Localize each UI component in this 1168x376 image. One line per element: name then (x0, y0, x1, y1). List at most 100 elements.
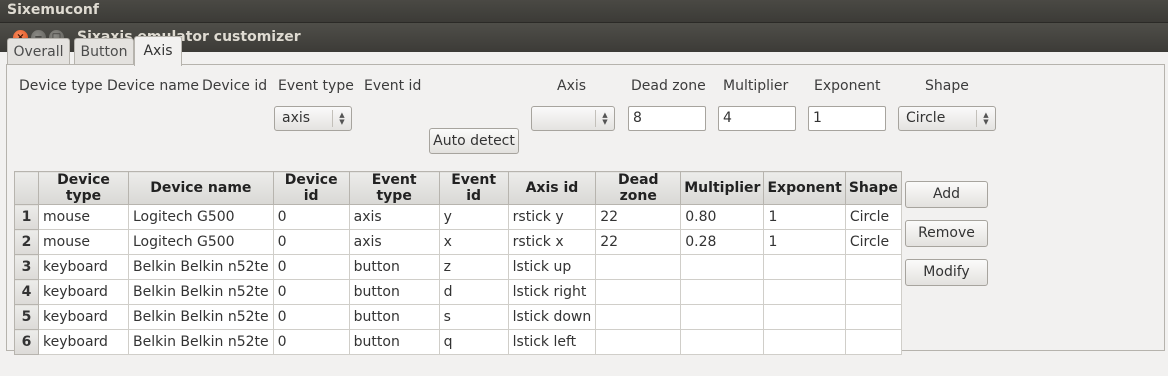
device-id-label: Device id (202, 78, 268, 94)
row-number[interactable]: 2 (14, 229, 39, 255)
table-cell: 0 (272, 279, 350, 305)
table-cell (595, 279, 682, 305)
modify-button[interactable]: Modify (905, 259, 988, 286)
table-cell (595, 329, 682, 355)
column-header[interactable]: Exponent (763, 171, 846, 205)
table-cell: 22 (595, 229, 682, 255)
table-cell: d (438, 279, 509, 305)
row-number-header (14, 171, 39, 205)
table-cell: Belkin Belkin n52te (128, 254, 274, 280)
event-type-select[interactable]: axis ▲ ▼ (274, 106, 352, 131)
column-header[interactable]: Shape (844, 171, 902, 205)
column-header[interactable]: Event id (438, 171, 509, 205)
table-cell: 0 (272, 204, 350, 230)
column-header[interactable]: Event type (348, 171, 440, 205)
row-number[interactable]: 5 (14, 304, 39, 330)
table-cell: 0 (272, 254, 350, 280)
table-cell: keyboard (38, 254, 129, 280)
table-cell: Logitech G500 (128, 229, 274, 255)
table-row[interactable]: 2 mouse Logitech G500 0 axis x rstick x … (14, 229, 902, 255)
table-cell (844, 254, 902, 280)
table-cell: button (348, 329, 440, 355)
axis-select[interactable]: ▲ ▼ (531, 106, 615, 131)
table-row[interactable]: 1 mouse Logitech G500 0 axis y rstick y … (14, 204, 902, 230)
app-top-bar: Sixemuconf (0, 0, 1168, 22)
table-cell: keyboard (38, 304, 129, 330)
column-header[interactable]: Multiplier (680, 171, 765, 205)
table-row[interactable]: 4 keyboard Belkin Belkin n52te 0 button … (14, 279, 902, 305)
table-cell: rstick x (507, 229, 597, 255)
table-cell: Logitech G500 (128, 204, 274, 230)
table-cell: Circle (844, 204, 902, 230)
table-cell: 0.80 (680, 204, 765, 230)
table-cell: lstick up (507, 254, 597, 280)
table-cell: 0 (272, 229, 350, 255)
row-number[interactable]: 6 (14, 329, 39, 355)
add-button[interactable]: Add (905, 181, 988, 208)
chevron-up-down-icon: ▲ ▼ (332, 110, 351, 127)
column-header[interactable]: Device name (128, 171, 274, 205)
tab-axis[interactable]: Axis (134, 36, 182, 66)
table-cell: button (348, 304, 440, 330)
table-row[interactable]: 3 keyboard Belkin Belkin n52te 0 button … (14, 254, 902, 280)
table-cell (595, 254, 682, 280)
table-row[interactable]: 5 keyboard Belkin Belkin n52te 0 button … (14, 304, 902, 330)
table-cell: 1 (763, 204, 846, 230)
table-cell: 0.28 (680, 229, 765, 255)
table-cell: button (348, 279, 440, 305)
chevron-up-down-icon: ▲ ▼ (595, 110, 614, 127)
shape-value: Circle (906, 110, 946, 126)
table-cell: z (438, 254, 509, 280)
multiplier-label: Multiplier (723, 78, 789, 94)
shape-select[interactable]: Circle ▲ ▼ (898, 106, 996, 131)
column-header[interactable]: Axis id (507, 171, 597, 205)
table-cell: Belkin Belkin n52te (128, 279, 274, 305)
table-cell (763, 329, 846, 355)
table-cell: x (438, 229, 509, 255)
table-cell: 0 (272, 304, 350, 330)
axis-label: Axis (557, 78, 587, 94)
row-number[interactable]: 1 (14, 204, 39, 230)
table-cell: rstick y (507, 204, 597, 230)
table-cell: keyboard (38, 279, 129, 305)
multiplier-input[interactable]: 4 (718, 106, 796, 131)
table-cell: axis (348, 229, 440, 255)
dead-zone-input[interactable]: 8 (628, 106, 706, 131)
column-header[interactable]: Device id (272, 171, 350, 205)
table-cell: 1 (763, 229, 846, 255)
axis-mapping-table: Device type Device name Device id Event … (14, 171, 902, 355)
event-type-label: Event type (278, 78, 354, 94)
table-cell (595, 304, 682, 330)
table-row[interactable]: 6 keyboard Belkin Belkin n52te 0 button … (14, 329, 902, 355)
table-cell (763, 254, 846, 280)
table-cell: Belkin Belkin n52te (128, 329, 274, 355)
table-cell: y (438, 204, 509, 230)
table-cell (680, 304, 765, 330)
table-cell: axis (348, 204, 440, 230)
table-cell (680, 254, 765, 280)
auto-detect-button[interactable]: Auto detect (429, 128, 519, 154)
table-cell: s (438, 304, 509, 330)
table-cell (763, 279, 846, 305)
table-cell: button (348, 254, 440, 280)
app-title: Sixemuconf (7, 2, 99, 18)
table-cell (844, 304, 902, 330)
remove-button[interactable]: Remove (905, 220, 988, 247)
chevron-up-down-icon: ▲ ▼ (976, 110, 995, 127)
table-header-row: Device type Device name Device id Event … (14, 171, 902, 205)
device-type-label: Device type (19, 78, 103, 94)
column-header[interactable]: Dead zone (595, 171, 682, 205)
tab-overall[interactable]: Overall (7, 38, 70, 64)
column-header[interactable]: Device type (38, 171, 129, 205)
exponent-input[interactable]: 1 (808, 106, 886, 131)
event-type-value: axis (282, 110, 311, 126)
row-number[interactable]: 4 (14, 279, 39, 305)
table-cell: mouse (38, 204, 129, 230)
table-cell (680, 279, 765, 305)
table-cell (844, 279, 902, 305)
row-number[interactable]: 3 (14, 254, 39, 280)
exponent-label: Exponent (814, 78, 881, 94)
table-cell: lstick right (507, 279, 597, 305)
table-cell: 22 (595, 204, 682, 230)
tab-button[interactable]: Button (74, 38, 134, 64)
